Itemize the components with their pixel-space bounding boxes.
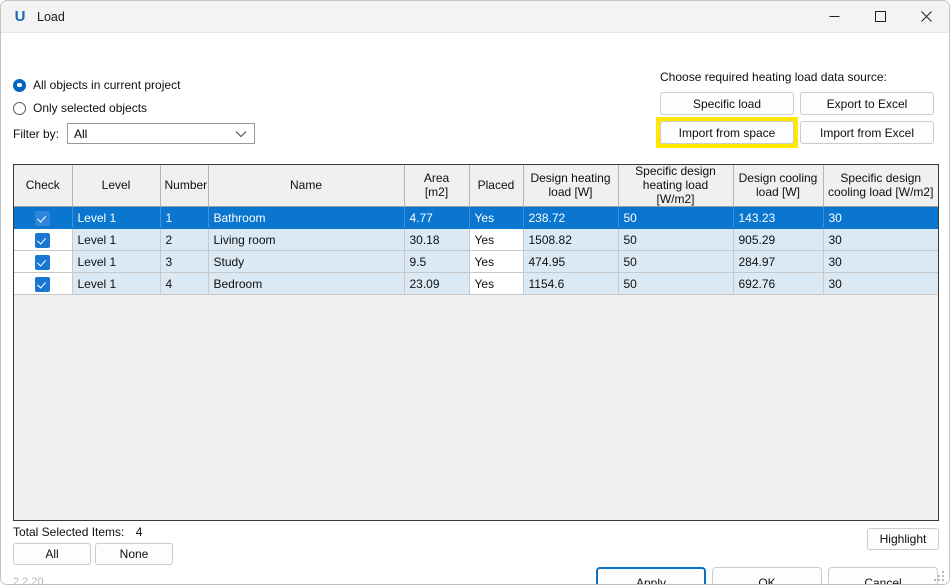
table-column-header[interactable]: Design cooling load [W] (733, 165, 824, 208)
highlight-button[interactable]: Highlight (867, 528, 939, 550)
checkmark-icon (35, 210, 51, 226)
table-row[interactable]: Level 1 1 Bathroom 4.77 Yes 238.72 50 143.23 30 (14, 206, 938, 230)
row-checkbox[interactable] (14, 206, 73, 230)
radio-only-selected-label: Only selected objects (33, 101, 148, 115)
cell-specific-design-cooling-load: 30 (823, 206, 938, 230)
checkmark-icon (35, 232, 51, 248)
cell-number: 4 (160, 272, 209, 296)
row-checkbox[interactable] (14, 228, 73, 252)
cell-design-heating-load: 1508.82 (523, 228, 619, 252)
cell-level: Level 1 (72, 272, 161, 296)
filter-select[interactable]: All (67, 123, 256, 144)
table-column-header[interactable]: Placed (469, 165, 524, 208)
radio-only-selected-indicator (13, 101, 26, 115)
filter-label: Filter by: (13, 126, 60, 141)
table-column-header[interactable]: Check (14, 165, 73, 208)
checkmark-icon (35, 254, 51, 270)
import-from-space-button[interactable]: Import from space (660, 121, 794, 144)
cell-placed: Yes (469, 272, 524, 296)
cell-number: 3 (160, 250, 209, 274)
total-selected-label: Total Selected Items: (13, 525, 125, 539)
cell-name: Bathroom (208, 206, 405, 230)
table-header-row: Check Level Number Name Area [m2] Placed Design… (14, 165, 938, 208)
cell-level: Level 1 (72, 206, 161, 230)
cell-specific-design-heating-load: 50 (618, 272, 734, 296)
cell-specific-design-cooling-load: 30 (823, 272, 938, 296)
resize-grip[interactable] (933, 571, 945, 583)
table-column-header[interactable]: Specific design heating load [W/m2] (618, 165, 734, 208)
cell-level: Level 1 (72, 250, 161, 274)
data-source-label: Choose required heating load data source… (660, 70, 887, 84)
cell-design-cooling-load: 692.76 (733, 272, 824, 296)
cell-area: 9.5 (404, 250, 470, 274)
cell-level: Level 1 (72, 228, 161, 252)
table-column-header[interactable]: Number (160, 165, 209, 208)
table-row[interactable]: Level 1 2 Living room 30.18 Yes 1508.82 50 905.… (14, 228, 938, 252)
cell-placed: Yes (469, 228, 524, 252)
cell-specific-design-cooling-load: 30 (823, 228, 938, 252)
cell-design-heating-load: 474.95 (523, 250, 619, 274)
minimize-icon[interactable] (811, 1, 857, 32)
cell-area: 4.77 (404, 206, 470, 230)
export-to-excel-button[interactable]: Export to Excel (800, 92, 934, 115)
cell-specific-design-heating-load: 50 (618, 250, 734, 274)
table-column-header[interactable]: Name (208, 165, 405, 208)
filter-row: Filter by: All (13, 123, 256, 144)
total-selected-items: Total Selected Items: 4 (13, 525, 142, 539)
load-dialog-window: U Load All objects in current project On… (0, 0, 950, 585)
cell-name: Study (208, 250, 405, 274)
table-body: Level 1 1 Bathroom 4.77 Yes 238.72 50 143.23 30 L… (14, 206, 938, 296)
cell-number: 2 (160, 228, 209, 252)
table-row[interactable]: Level 1 4 Bedroom 23.09 Yes 1154.6 50 692.76 30 (14, 272, 938, 296)
chevron-down-icon (235, 127, 247, 141)
cell-name: Living room (208, 228, 405, 252)
table-column-header[interactable]: Level (72, 165, 161, 208)
cancel-button[interactable]: Cancel (828, 567, 938, 584)
cell-area: 23.09 (404, 272, 470, 296)
select-none-button[interactable]: None (95, 543, 173, 565)
table-column-header[interactable]: Area [m2] (404, 165, 470, 208)
checkmark-icon (35, 276, 51, 292)
maximize-icon[interactable] (857, 1, 903, 32)
load-table[interactable]: Check Level Number Name Area [m2] Placed Design… (13, 164, 939, 521)
table-column-header[interactable]: Design heating load [W] (523, 165, 619, 208)
version-label: 2.2.20 (13, 576, 44, 585)
table-row[interactable]: Level 1 3 Study 9.5 Yes 474.95 50 284.97 30 (14, 250, 938, 274)
cell-design-heating-load: 1154.6 (523, 272, 619, 296)
window-title: Load (37, 9, 65, 24)
total-selected-value: 4 (135, 525, 143, 539)
cell-design-cooling-load: 905.29 (733, 228, 824, 252)
cell-number: 1 (160, 206, 209, 230)
cell-specific-design-heating-load: 50 (618, 228, 734, 252)
specific-load-button[interactable]: Specific load (660, 92, 794, 115)
table-column-header[interactable]: Specific design cooling load [W/m2] (823, 165, 938, 208)
import-from-excel-button[interactable]: Import from Excel (800, 121, 934, 144)
radio-only-selected[interactable]: Only selected objects (13, 101, 147, 115)
apply-button[interactable]: Apply (596, 567, 706, 584)
radio-all-objects[interactable]: All objects in current project (13, 78, 180, 92)
cell-placed: Yes (469, 250, 524, 274)
row-checkbox[interactable] (14, 272, 73, 296)
filter-select-value: All (74, 126, 88, 141)
row-checkbox[interactable] (14, 250, 73, 274)
cell-placed: Yes (469, 206, 524, 230)
app-logo-icon: U (14, 8, 26, 25)
close-icon[interactable] (903, 1, 949, 32)
ok-button[interactable]: OK (712, 567, 822, 584)
cell-specific-design-cooling-load: 30 (823, 250, 938, 274)
radio-all-objects-indicator (13, 78, 26, 92)
cell-design-cooling-load: 284.97 (733, 250, 824, 274)
cell-name: Bedroom (208, 272, 405, 296)
select-all-button[interactable]: All (13, 543, 91, 565)
title-bar: U Load (1, 1, 949, 33)
dialog-body: All objects in current project Only sele… (1, 33, 949, 585)
cell-design-cooling-load: 143.23 (733, 206, 824, 230)
cell-specific-design-heating-load: 50 (618, 206, 734, 230)
cell-design-heating-load: 238.72 (523, 206, 619, 230)
cell-area: 30.18 (404, 228, 470, 252)
window-controls (811, 1, 949, 32)
radio-all-objects-label: All objects in current project (33, 78, 181, 92)
